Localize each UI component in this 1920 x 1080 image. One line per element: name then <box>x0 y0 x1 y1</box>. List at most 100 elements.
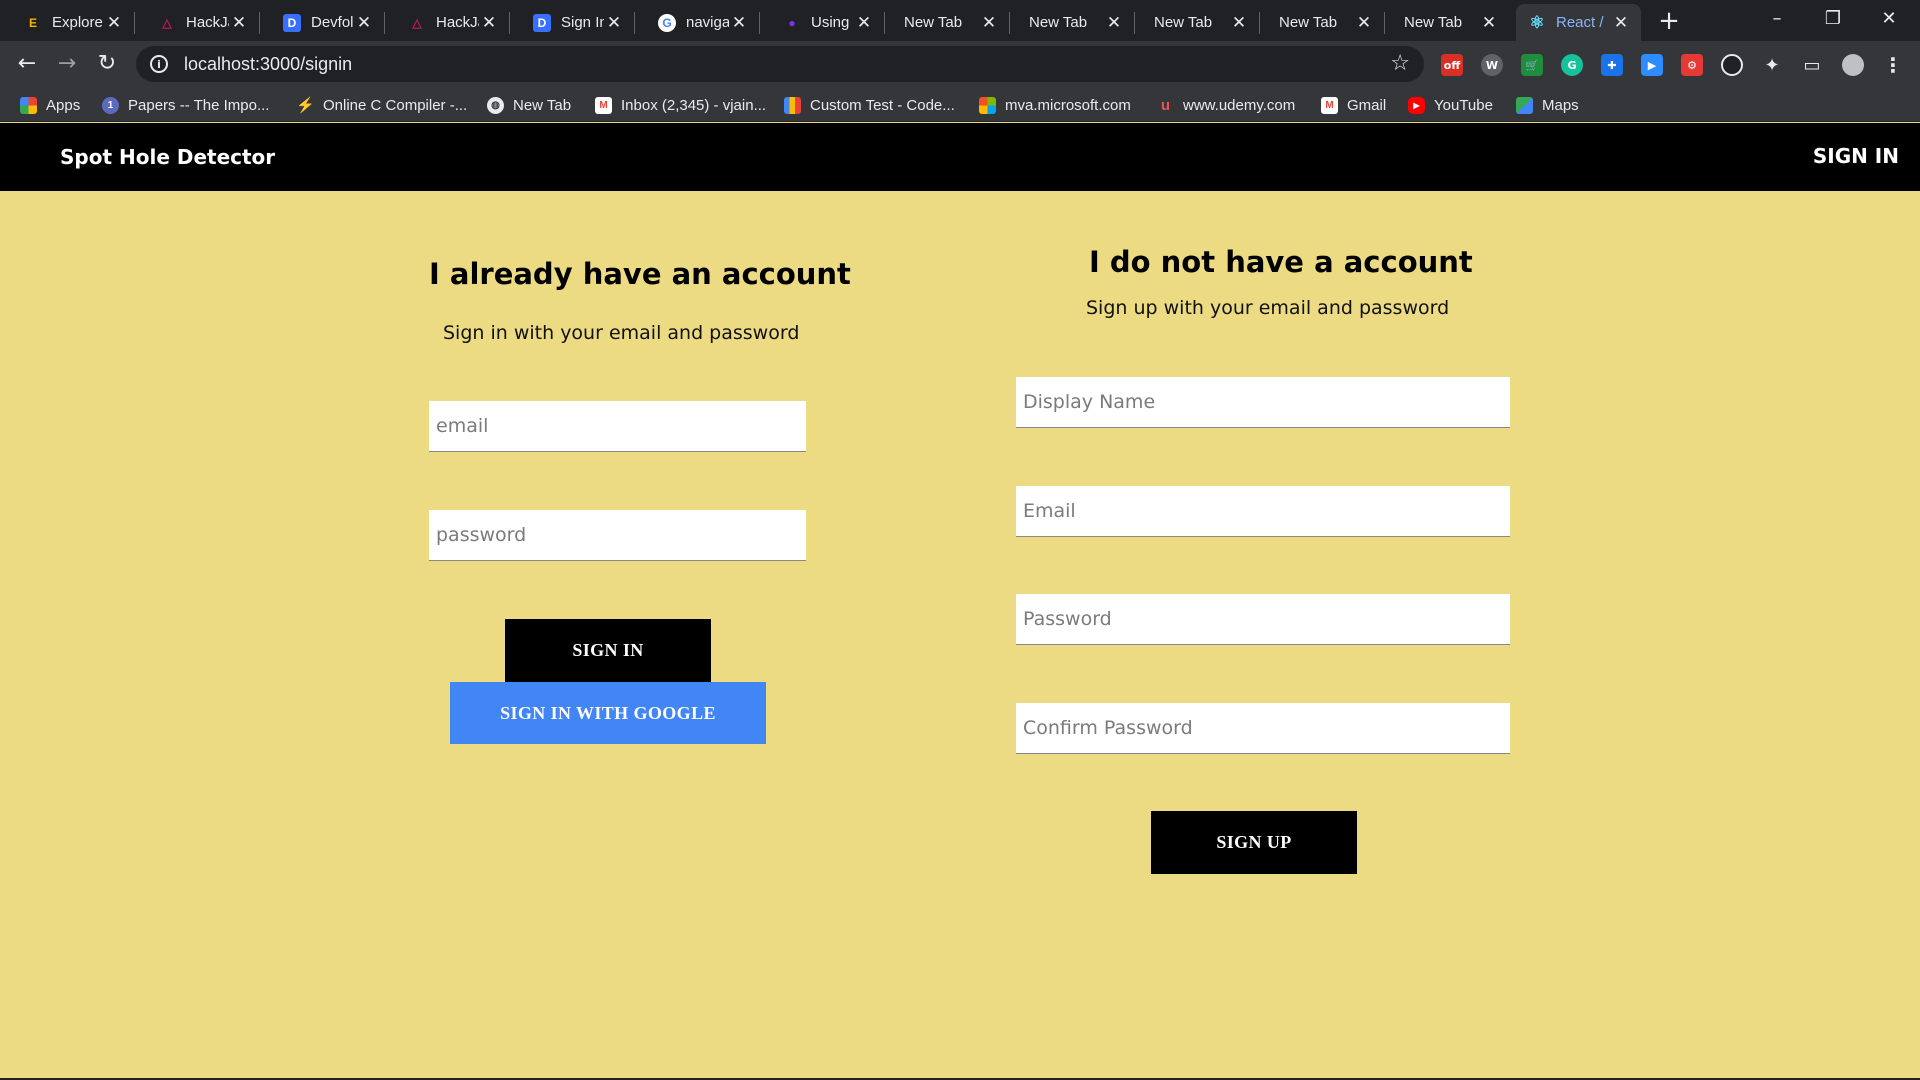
extension-off-icon[interactable]: off <box>1441 54 1463 76</box>
extension-red-icon[interactable]: ⚙ <box>1681 54 1703 76</box>
close-icon[interactable]: ✕ <box>104 13 124 33</box>
extensions-puzzle-icon[interactable]: ✦ <box>1761 54 1783 76</box>
bookmark-label: Papers -- The Impo... <box>128 96 270 114</box>
tab-favicon-icon: G <box>658 13 676 32</box>
signup-confirm-password-input[interactable] <box>1016 703 1510 754</box>
bookmark-papers[interactable]: 1 Papers -- The Impo... <box>102 94 269 116</box>
signup-subtitle: Sign up with your email and password <box>1086 297 1450 319</box>
browser-tab[interactable]: E Explore ✕ <box>0 4 135 41</box>
tab-favicon-icon: D <box>533 13 551 32</box>
close-icon[interactable]: ✕ <box>229 13 249 33</box>
signup-button[interactable]: SIGN UP <box>1151 811 1357 874</box>
close-icon[interactable]: ✕ <box>1479 13 1499 33</box>
tab-favicon-icon: ● <box>788 15 796 30</box>
browser-tab-active[interactable]: ⚛ React / ✕ <box>1516 4 1641 41</box>
extension-w-icon[interactable]: W <box>1481 54 1503 76</box>
bookmark-new-tab[interactable]: ◍ New Tab <box>487 94 571 116</box>
close-icon[interactable]: ✕ <box>1354 13 1374 33</box>
browser-tab[interactable]: △ HackJa ✕ <box>134 4 260 41</box>
url-text: localhost:3000/signin <box>184 53 353 74</box>
close-icon[interactable]: ✕ <box>979 13 999 33</box>
cast-icon[interactable]: ▭ <box>1801 54 1823 76</box>
close-icon[interactable]: ✕ <box>604 13 624 33</box>
bookmark-youtube[interactable]: ▶ YouTube <box>1408 94 1493 116</box>
close-icon[interactable]: ✕ <box>854 13 874 33</box>
bookmark-star-icon[interactable]: ☆ <box>1390 51 1410 76</box>
close-icon[interactable]: ✕ <box>729 13 749 33</box>
browser-tab[interactable]: New Tab ✕ <box>1134 4 1260 41</box>
tab-title: naviga <box>686 14 729 31</box>
browser-tab-strip: E Explore ✕ △ HackJa ✕ D Devfoli ✕ △ Hac… <box>0 0 1920 41</box>
app-brand[interactable]: Spot Hole Detector <box>60 145 275 169</box>
browser-tab[interactable]: New Tab ✕ <box>1259 4 1385 41</box>
signin-button[interactable]: SIGN IN <box>505 619 711 682</box>
signup-display-name-input[interactable] <box>1016 377 1510 428</box>
bookmark-label: YouTube <box>1434 96 1493 114</box>
close-icon[interactable]: ✕ <box>1104 13 1124 33</box>
maps-icon <box>1516 96 1533 114</box>
zoom-icon[interactable]: ▶ <box>1641 54 1663 76</box>
info-icon[interactable]: i <box>150 55 168 73</box>
browser-tab[interactable]: △ HackJa ✕ <box>384 4 510 41</box>
back-arrow-icon[interactable]: ← <box>12 49 42 79</box>
udemy-icon: u <box>1160 96 1171 114</box>
signup-email-input[interactable] <box>1016 486 1510 537</box>
microsoft-icon <box>979 96 996 114</box>
bookmark-mva-microsoft[interactable]: mva.microsoft.com <box>979 94 1131 116</box>
menu-kebab-icon[interactable]: ⋮ <box>1882 53 1904 77</box>
reload-icon[interactable]: ↻ <box>92 49 122 79</box>
bookmark-apps[interactable]: Apps <box>20 94 80 116</box>
browser-tab[interactable]: D Sign In ✕ <box>509 4 635 41</box>
bookmark-gmail[interactable]: M Gmail <box>1321 94 1386 116</box>
signin-with-google-button[interactable]: SIGN IN WITH GOOGLE <box>450 682 766 744</box>
bookmarks-bar: Apps 1 Papers -- The Impo... ⚡ Online C … <box>0 88 1920 122</box>
bolt-icon: ⚡ <box>296 97 315 114</box>
browser-tab[interactable]: D Devfoli ✕ <box>259 4 385 41</box>
youtube-icon: ▶ <box>1408 96 1425 114</box>
close-icon[interactable]: ✕ <box>1611 13 1631 33</box>
bookmark-label: www.udemy.com <box>1183 96 1296 114</box>
browser-tab[interactable]: ● Using ✕ <box>759 4 885 41</box>
browser-toolbar: ← → ↻ i localhost:3000/signin ☆ off W 🛒 … <box>0 41 1920 88</box>
bookmark-label: mva.microsoft.com <box>1005 96 1131 114</box>
tab-title: Using <box>811 14 850 31</box>
bookmark-label: Online C Compiler -... <box>323 96 468 114</box>
forward-arrow-icon[interactable]: → <box>52 49 82 79</box>
signup-password-input[interactable] <box>1016 594 1510 645</box>
grammarly-icon[interactable]: G <box>1561 54 1583 76</box>
extension-clock-icon[interactable] <box>1721 54 1743 76</box>
close-icon[interactable]: ✕ <box>479 13 499 33</box>
gmail-icon: M <box>595 96 612 114</box>
bookmark-custom-test[interactable]: Custom Test - Code... <box>784 94 955 116</box>
bookmark-label: Gmail <box>1347 96 1387 114</box>
close-icon[interactable]: ✕ <box>354 13 374 33</box>
bookmark-label: Apps <box>46 96 81 114</box>
close-icon[interactable]: ✕ <box>1229 13 1249 33</box>
window-close-icon[interactable]: ✕ <box>1861 0 1917 40</box>
header-signin-link[interactable]: SIGN IN <box>1813 144 1899 168</box>
avatar[interactable] <box>1842 54 1864 76</box>
browser-tab[interactable]: New Tab ✕ <box>884 4 1010 41</box>
bookmark-inbox[interactable]: M Inbox (2,345) - vjain... <box>595 94 766 116</box>
tab-title: HackJa <box>186 14 229 31</box>
minimize-icon[interactable]: – <box>1749 0 1805 40</box>
extension-puzzle-blue-icon[interactable]: ✚ <box>1601 54 1623 76</box>
tab-favicon-icon: D <box>283 13 301 32</box>
restore-icon[interactable]: ❐ <box>1805 0 1861 40</box>
bookmark-online-c-compiler[interactable]: ⚡ Online C Compiler -... <box>296 94 468 116</box>
signin-password-input[interactable] <box>429 510 806 561</box>
browser-tab[interactable]: New Tab ✕ <box>1009 4 1135 41</box>
signin-email-input[interactable] <box>429 401 806 452</box>
signup-heading: I do not have a account <box>1089 245 1473 279</box>
tab-title: New Tab <box>1404 14 1463 31</box>
browser-tab[interactable]: G naviga ✕ <box>634 4 760 41</box>
address-bar[interactable]: i localhost:3000/signin ☆ <box>136 46 1424 82</box>
tab-title: New Tab <box>1029 14 1088 31</box>
bookmark-maps[interactable]: Maps <box>1516 94 1579 116</box>
bookmark-udemy[interactable]: u www.udemy.com <box>1157 94 1295 116</box>
globe-icon: ◍ <box>487 96 504 114</box>
extension-cart-icon[interactable]: 🛒 <box>1521 54 1543 76</box>
new-tab-icon[interactable]: + <box>1654 6 1684 36</box>
browser-tab[interactable]: New Tab ✕ <box>1384 4 1509 41</box>
tab-title: Explore <box>52 14 103 31</box>
